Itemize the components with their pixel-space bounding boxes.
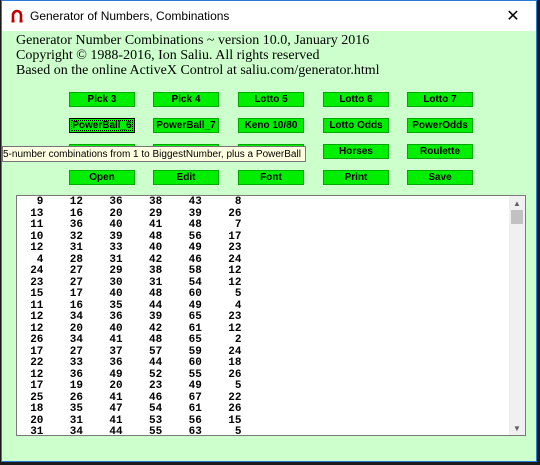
roulette-button[interactable]: Roulette [407,144,473,159]
vertical-scrollbar[interactable]: ▲ ▼ [509,196,525,435]
combination-row: 24 27 29 38 58 12 [17,265,242,277]
combination-row: 11 36 40 41 48 7 [17,219,242,231]
combination-row: 15 17 40 48 60 5 [17,288,242,300]
header-line-version: Generator Number Combinations ~ version … [16,33,370,48]
combinations-output[interactable]: 9 12 36 38 43 8 13 16 20 29 39 26 11 36 … [16,195,526,436]
close-button[interactable]: ✕ [490,1,536,31]
pick3-button[interactable]: Pick 3 [69,92,135,107]
horses-button[interactable]: Horses [323,144,389,159]
pick4-button[interactable]: Pick 4 [153,92,219,107]
lotto6-button[interactable]: Lotto 6 [323,92,389,107]
app-icon [11,9,23,23]
header-line-source: Based on the online ActiveX Control at s… [16,63,380,78]
combination-row: 22 33 36 44 60 18 [17,357,242,369]
combination-row: 12 31 33 40 49 23 [17,242,242,254]
powerball6-button[interactable]: PowerBall_6 [69,118,135,133]
powerodds-button[interactable]: PowerOdds [407,118,473,133]
combination-row: 26 34 41 48 65 2 [17,334,242,346]
combination-row: 18 35 47 54 61 26 [17,403,242,415]
print-button[interactable]: Print [323,170,389,185]
window-title: Generator of Numbers, Combinations [30,9,230,23]
combinations-list: 9 12 36 38 43 8 13 16 20 29 39 26 11 36 … [17,196,242,436]
powerball7-button[interactable]: PowerBall_7 [153,118,219,133]
lotto-odds-button[interactable]: Lotto Odds [323,118,389,133]
close-icon: ✕ [506,8,520,25]
combination-row: 12 34 36 39 65 23 [17,311,242,323]
combination-row: 17 19 20 23 49 5 [17,380,242,392]
title-bar[interactable]: Generator of Numbers, Combinations ✕ [2,1,536,31]
save-button[interactable]: Save [407,170,473,185]
app-window: Generator of Numbers, Combinations ✕ Gen… [1,0,537,462]
header-line-copyright: Copyright © 1988-2016, Ion Saliu. All ri… [16,48,320,63]
scroll-down-icon[interactable]: ▼ [509,421,525,435]
combination-row: 9 12 36 38 43 8 [17,196,242,208]
scroll-thumb[interactable] [511,210,523,224]
lotto5-button[interactable]: Lotto 5 [238,92,304,107]
powerball-tooltip: 5-number combinations from 1 to BiggestN… [2,146,306,162]
open-button[interactable]: Open [69,170,135,185]
lotto7-button[interactable]: Lotto 7 [407,92,473,107]
header-text: Generator Number Combinations ~ version … [16,33,380,78]
combination-row: 31 34 44 55 63 5 [17,426,242,436]
keno-button[interactable]: Keno 10/80 [238,118,304,133]
font-button[interactable]: Font [238,170,304,185]
scroll-up-icon[interactable]: ▲ [509,196,525,210]
edit-button[interactable]: Edit [153,170,219,185]
